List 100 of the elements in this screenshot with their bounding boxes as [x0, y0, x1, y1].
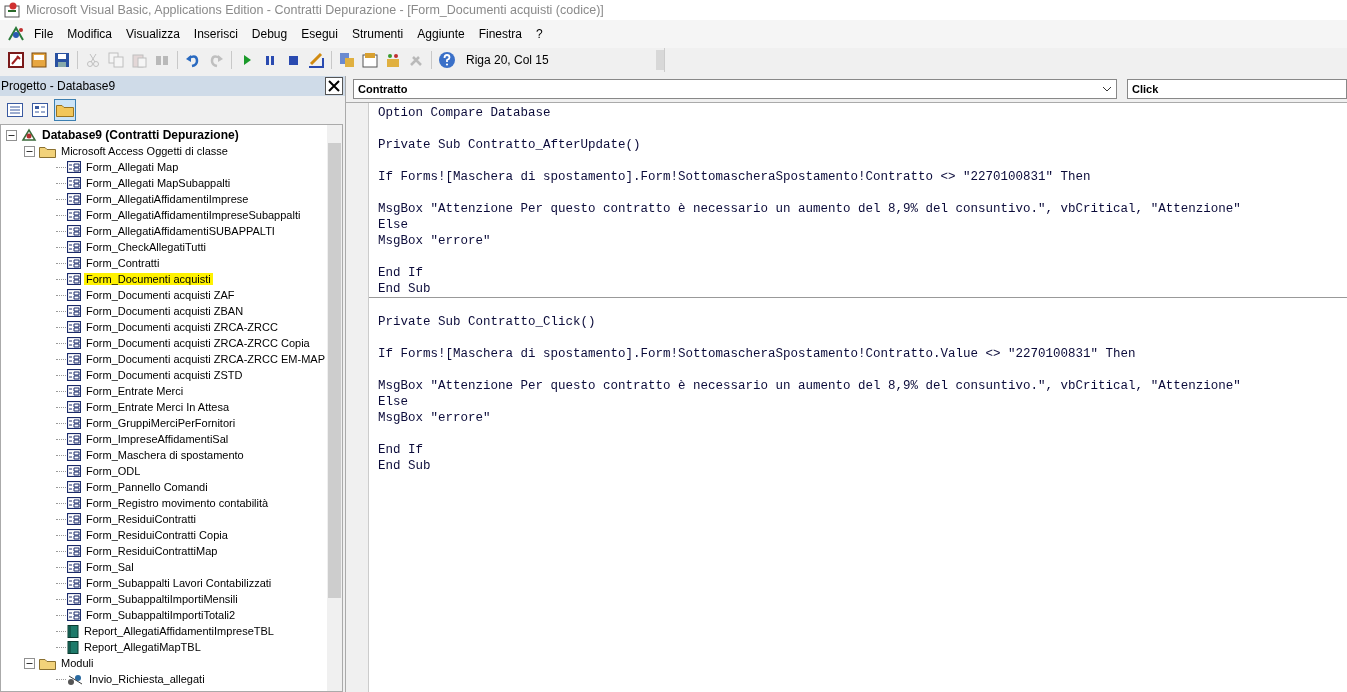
code-line: Private Sub Contratto_AfterUpdate()	[378, 137, 642, 153]
form-icon	[67, 289, 81, 301]
ruler-pencil-icon[interactable]	[306, 50, 326, 70]
vba-icon	[6, 25, 26, 43]
procedure-dropdown[interactable]: Click	[1127, 79, 1347, 99]
folder-icon	[39, 144, 56, 158]
code-line: End If	[378, 265, 424, 281]
menu-item[interactable]: Debug	[245, 25, 294, 43]
project-icon	[21, 128, 37, 142]
form-icon	[67, 401, 81, 413]
tree-item[interactable]: Moduli	[59, 657, 96, 669]
project-explorer-icon[interactable]	[337, 50, 357, 70]
menu-item[interactable]: Visualizza	[120, 25, 186, 43]
tree-item[interactable]: Form_Contratti	[84, 257, 162, 269]
form-icon[interactable]	[29, 50, 49, 70]
tree-item[interactable]: Form_ResiduiContratti	[84, 513, 199, 525]
form-icon	[67, 177, 81, 189]
tree-item[interactable]: Microsoft Access Oggetti di classe	[59, 145, 230, 157]
object-dropdown[interactable]: Contratto	[353, 79, 1117, 99]
tree-item[interactable]: Form_CheckAllegatiTutti	[84, 241, 209, 253]
code-line: End Sub	[378, 281, 432, 297]
tree-item[interactable]: Form_Allegati MapSubappalti	[84, 177, 233, 189]
module-icon	[67, 672, 84, 686]
scrollbar[interactable]	[327, 125, 342, 691]
tree-item[interactable]: Form_Documenti acquisti ZRCA-ZRCC	[84, 321, 280, 333]
tree-item[interactable]: Form_Maschera di spostamento	[84, 449, 246, 461]
menu-item[interactable]: Modifica	[61, 25, 119, 43]
menu-item[interactable]: Aggiunte	[411, 25, 471, 43]
tree-item[interactable]: Form_SubappaltiImportiTotali2	[84, 609, 238, 621]
tree-item[interactable]: Form_SubappaltiImportiMensili	[84, 593, 240, 605]
tree-item[interactable]: Form_AllegatiAffidamentiImprese	[84, 193, 251, 205]
tree-item[interactable]: Form_Documenti acquisti	[84, 273, 213, 285]
menu-item[interactable]: Finestra	[472, 25, 529, 43]
tree-item[interactable]: Form_Entrate Merci In Attesa	[84, 401, 232, 413]
tree-item[interactable]: Report_AllegatiAffidamentiImpreseTBL	[82, 625, 276, 637]
form-icon	[67, 449, 81, 461]
form-icon	[67, 337, 81, 349]
key-icon[interactable]	[6, 50, 26, 70]
collapse-icon[interactable]	[24, 657, 35, 669]
tree-item[interactable]: Database9 (Contratti Depurazione)	[40, 128, 241, 142]
tree-item[interactable]: Form_ResiduiContratti Copia	[84, 529, 230, 541]
form-icon	[67, 609, 81, 621]
properties-icon[interactable]	[360, 50, 380, 70]
code-line: Option Compare Database	[378, 105, 552, 121]
tree-item[interactable]: Form_Entrate Merci	[84, 385, 186, 397]
code-line: Else	[378, 217, 409, 233]
tree-item[interactable]: Form_AllegatiAffidamentiImpreseSubappalti	[84, 209, 303, 221]
collapse-icon[interactable]	[6, 129, 17, 141]
form-icon	[67, 321, 81, 333]
tree-item[interactable]: Form_Documenti acquisti ZSTD	[84, 369, 245, 381]
form-icon	[67, 417, 81, 429]
code-line: MsgBox "Attenzione Per questo contratto è necessario un aumento del 8,9% del consuntivo.", vbCritical, "Attenzione"	[378, 378, 1242, 394]
menu-item[interactable]: ?	[530, 25, 549, 43]
folder-icon	[39, 656, 56, 670]
form-icon	[67, 353, 81, 365]
tree-item[interactable]: Form_Documenti acquisti ZRCA-ZRCC Copia	[84, 337, 312, 349]
form-icon	[67, 209, 81, 221]
menu-item[interactable]: Inserisci	[187, 25, 244, 43]
tree-item[interactable]: Form_Registro movimento contabilità	[84, 497, 271, 509]
tree-item[interactable]: Form_Allegati Map	[84, 161, 181, 173]
toolbar-overflow-grip[interactable]	[656, 50, 664, 70]
help-icon[interactable]	[437, 50, 457, 70]
form-icon	[67, 545, 81, 557]
code-line: Private Sub Contratto_Click()	[378, 314, 597, 330]
tree-item[interactable]: Invio_Richiesta_allegati	[87, 673, 207, 685]
collapse-icon[interactable]	[24, 145, 35, 157]
form-icon	[67, 161, 81, 173]
tree-item[interactable]: Form_Documenti acquisti ZRCA-ZRCC EM-MAP	[84, 353, 327, 365]
tree-item[interactable]: Form_Sal	[84, 561, 136, 573]
tree-item[interactable]: Form_Documenti acquisti ZAF	[84, 289, 237, 301]
form-icon	[67, 273, 81, 285]
tree-item[interactable]: Form_AllegatiAffidamentiSUBAPPALTI	[84, 225, 277, 237]
pane-title: Progetto - Database9	[0, 79, 116, 93]
report-icon	[67, 624, 79, 638]
tree-item[interactable]: Form_GruppiMerciPerFornitori	[84, 417, 238, 429]
form-icon	[67, 497, 81, 509]
form-icon	[67, 593, 81, 605]
tree-item[interactable]: Report_AllegatiMapTBL	[82, 641, 203, 653]
tree-item[interactable]: Form_ImpreseAffidamentiSal	[84, 433, 231, 445]
code-line: MsgBox "Attenzione Per questo contratto è necessario un aumento del 8,9% del consuntivo.", vbCritical, "Attenzione"	[378, 201, 1242, 217]
menu-item[interactable]: Esegui	[295, 25, 344, 43]
folder-icon[interactable]	[54, 98, 76, 121]
close-icon[interactable]	[325, 77, 343, 95]
menu-item[interactable]: Strumenti	[345, 25, 410, 43]
tree-item[interactable]: Form_Subappalti Lavori Contabilizzati	[84, 577, 274, 589]
form-icon	[67, 193, 81, 205]
form-icon	[67, 529, 81, 541]
tree-item[interactable]: Form_Pannello Comandi	[84, 481, 210, 493]
form-icon	[67, 513, 81, 525]
form-icon	[67, 481, 81, 493]
menu-item[interactable]: File	[28, 25, 60, 43]
form-icon	[67, 369, 81, 381]
cursor-position: Riga 20, Col 15	[466, 53, 549, 67]
code-line: MsgBox "errore"	[378, 410, 492, 426]
window-title: Microsoft Visual Basic, Applications Edition - Contratti Depurazione - [Form_Documenti acquisti (codice)]	[26, 3, 604, 17]
tree-item[interactable]: Form_ResiduiContrattiMap	[84, 545, 220, 557]
save-icon[interactable]	[52, 50, 72, 70]
tree-item[interactable]: Form_ODL	[84, 465, 143, 477]
code-line: If Forms![Maschera di spostamento].Form!SottomascheraSpostamento!Contratto <> "2270100831" Then	[378, 169, 1092, 185]
tree-item[interactable]: Form_Documenti acquisti ZBAN	[84, 305, 246, 317]
